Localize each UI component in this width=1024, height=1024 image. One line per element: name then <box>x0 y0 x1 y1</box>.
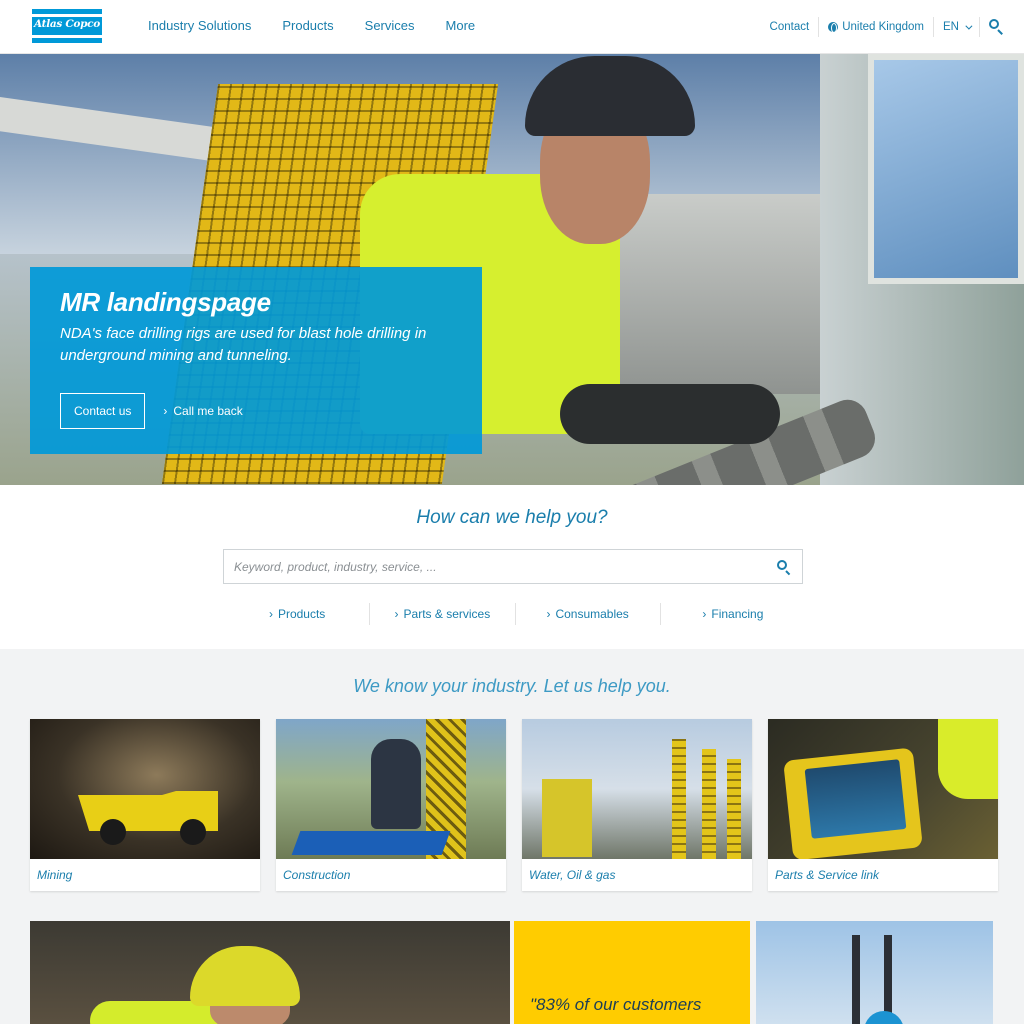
language-label: EN <box>943 21 959 33</box>
industry-card-parts-service-link[interactable]: Parts & Service link <box>768 719 998 891</box>
promo-photo-tile[interactable] <box>30 921 510 1024</box>
hero-title: MR landingspage <box>60 287 271 317</box>
site-header: Atlas Copco Industry Solutions Products … <box>0 0 1024 54</box>
construction-image <box>276 719 506 859</box>
region-label: United Kingdom <box>842 21 925 33</box>
hero-banner: MR landingspage NDA's face drilling rigs… <box>0 54 1024 485</box>
industry-card-mining[interactable]: Mining <box>30 719 260 891</box>
chevron-right-icon: › <box>163 404 168 418</box>
quick-links: › Products › Parts & services › Consumables… <box>225 603 805 625</box>
card-label: Mining <box>37 868 73 882</box>
hero-card: MR landingspage NDA's face drilling rigs… <box>30 267 482 454</box>
industries-section: We know your industry. Let us help you. … <box>0 649 1024 1024</box>
card-label: Construction <box>283 868 351 882</box>
chevron-right-icon: › <box>702 607 707 621</box>
utility-nav: Contact United Kingdom EN <box>761 0 1024 54</box>
chevron-right-icon: › <box>546 607 551 621</box>
call-me-back-link[interactable]: › Call me back <box>163 404 242 418</box>
nav-more[interactable]: More <box>446 18 476 33</box>
worker-helmet <box>190 946 300 1006</box>
quick-link-consumables[interactable]: › Consumables <box>516 603 661 625</box>
mining-image <box>30 719 260 859</box>
industries-heading: We know your industry. Let us help you. <box>353 676 671 696</box>
contact-us-button[interactable]: Contact us <box>60 393 146 429</box>
industry-cards: Mining Construction Water, Oil & gas Par… <box>30 719 998 891</box>
chevron-right-icon: › <box>268 607 273 621</box>
quick-link-parts-services[interactable]: › Parts & services <box>370 603 516 625</box>
hero-actions: Contact us › Call me back <box>60 393 243 429</box>
chevron-down-icon <box>965 22 973 30</box>
card-label: Water, Oil & gas <box>529 868 616 882</box>
nav-services[interactable]: Services <box>365 18 415 33</box>
quick-link-financing[interactable]: › Financing <box>661 603 805 625</box>
help-heading: How can we help you? <box>416 507 608 528</box>
call-me-back-label: Call me back <box>173 404 243 418</box>
search-icon[interactable] <box>980 0 1010 54</box>
nav-industry-solutions[interactable]: Industry Solutions <box>148 18 251 33</box>
water-oil-gas-image <box>522 719 752 859</box>
logo-text: Atlas Copco <box>34 18 100 30</box>
main-nav: Industry Solutions Products Services Mor… <box>148 18 506 33</box>
contact-link[interactable]: Contact <box>761 21 819 33</box>
search-input[interactable] <box>224 550 764 583</box>
industry-card-water-oil-gas[interactable]: Water, Oil & gas <box>522 719 752 891</box>
site-search <box>223 549 803 584</box>
region-selector[interactable]: United Kingdom <box>819 21 933 33</box>
industry-card-construction[interactable]: Construction <box>276 719 506 891</box>
atlas-copco-logo[interactable]: Atlas Copco <box>32 9 102 43</box>
customer-quote: "83% of our customers <box>530 995 702 1014</box>
chevron-right-icon: › <box>394 607 399 621</box>
parts-service-image <box>768 719 998 859</box>
card-label: Parts & Service link <box>775 868 880 882</box>
hero-subtitle: NDA's face drilling rigs are used for bl… <box>60 325 427 364</box>
help-section: How can we help you? ›Products ›Parts & … <box>0 485 1024 649</box>
promo-quote-tile[interactable]: "83% of our customers <box>514 921 750 1024</box>
language-selector[interactable]: EN <box>934 21 979 33</box>
cabin-window <box>868 54 1024 284</box>
globe-icon <box>828 22 839 33</box>
promo-rig-tile[interactable] <box>756 921 993 1024</box>
quick-link-products[interactable]: › Products <box>225 603 371 625</box>
search-icon[interactable] <box>770 550 796 583</box>
nav-products[interactable]: Products <box>282 18 333 33</box>
